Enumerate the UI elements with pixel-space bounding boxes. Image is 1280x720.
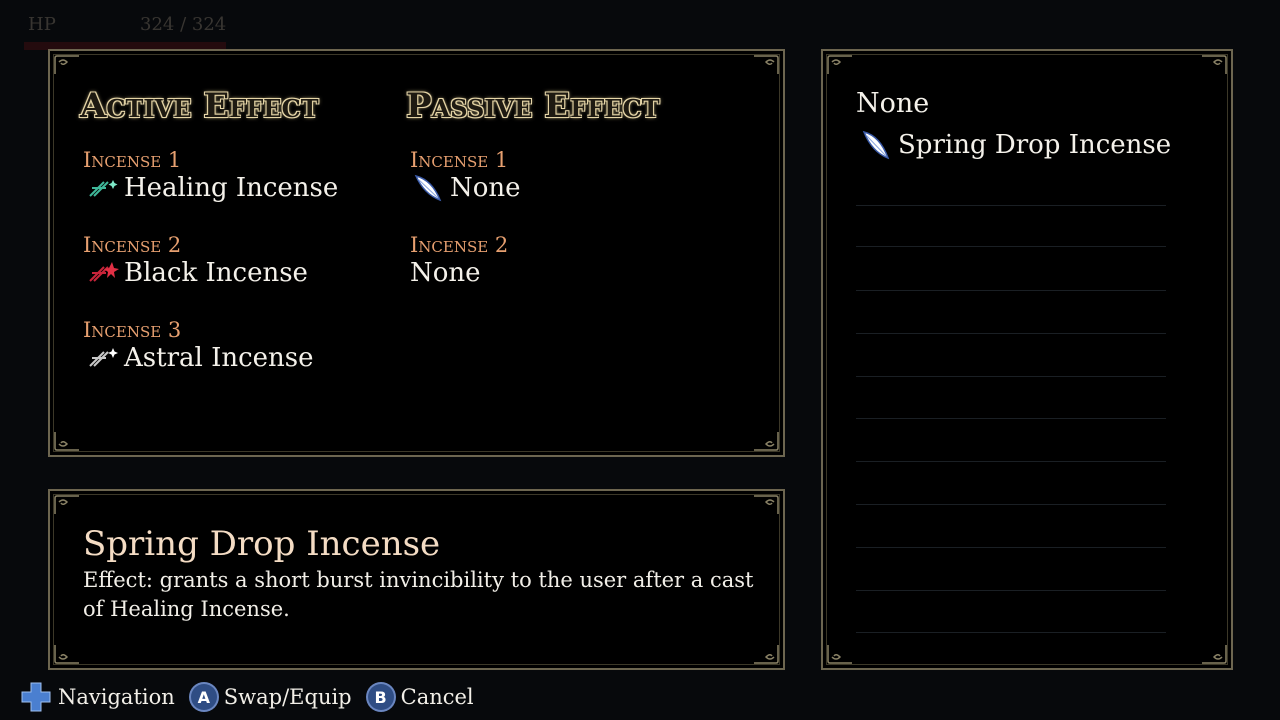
navigation-hint: Navigation [20,681,175,713]
item-description: Effect: grants a short burst invincibili… [83,568,754,621]
ornament-corner-icon [752,494,780,516]
ornament-corner-icon [53,54,81,76]
ornament-corner-icon [53,643,81,665]
list-divider [856,205,1166,206]
hp-label: HP [28,14,56,35]
swap-equip-hint: A Swap/Equip [190,684,352,710]
swap-equip-label: Swap/Equip [223,685,352,709]
list-divider [856,290,1166,291]
ornament-corner-icon [1200,54,1228,76]
list-divider [856,461,1166,462]
hp-value: 324 / 324 [140,14,227,35]
passive-slot-2-label: Incense 2 [410,233,509,257]
passive-slot-2[interactable]: None [410,258,481,288]
passive-effect-title: Passive Effect [406,86,660,126]
cancel-label: Cancel [400,685,474,709]
spring-drop-feather-icon [412,174,446,202]
list-divider [856,547,1166,548]
active-slot-2-value: Black Incense [124,258,308,288]
dpad-icon [20,681,52,713]
astral-incense-icon [86,344,120,372]
list-divider [856,590,1166,591]
list-divider [856,333,1166,334]
active-slot-3[interactable]: Astral Incense [86,343,314,373]
active-slot-3-value: Astral Incense [124,343,314,373]
a-button-icon: A [190,684,217,710]
inventory-item-label: Spring Drop Incense [898,130,1172,160]
healing-incense-icon [86,174,120,202]
passive-slot-1[interactable]: None [412,173,521,203]
ornament-corner-icon [826,54,854,76]
active-slot-1-value: Healing Incense [124,173,339,203]
control-hints: Navigation A Swap/Equip B Cancel [20,680,490,714]
ornament-corner-icon [826,643,854,665]
ornament-corner-icon [752,643,780,665]
active-slot-1[interactable]: Healing Incense [86,173,338,203]
ornament-corner-icon [752,430,780,452]
list-divider [856,418,1166,419]
list-divider [856,376,1166,377]
black-incense-icon [86,259,120,287]
active-slot-1-label: Incense 1 [83,148,182,172]
list-divider [856,246,1166,247]
cancel-hint: B Cancel [367,684,474,710]
passive-slot-1-label: Incense 1 [410,148,509,172]
item-name-title: Spring Drop Incense [83,524,441,564]
active-effect-title: Active Effect [80,86,319,126]
inventory-none-option[interactable]: None [856,88,929,119]
ornament-corner-icon [53,494,81,516]
navigation-label: Navigation [58,685,175,709]
list-divider [856,504,1166,505]
active-slot-2-label: Incense 2 [83,233,182,257]
ornament-corner-icon [53,430,81,452]
ornament-corner-icon [1200,643,1228,665]
passive-slot-1-value: None [450,173,521,203]
active-slot-2[interactable]: Black Incense [86,258,308,288]
inventory-item[interactable]: Spring Drop Incense [860,130,1171,160]
b-button-icon: B [367,684,394,710]
passive-slot-2-value: None [410,258,481,288]
list-divider [856,632,1166,633]
active-slot-3-label: Incense 3 [83,318,182,342]
spring-drop-feather-icon [860,130,894,160]
ornament-corner-icon [752,54,780,76]
